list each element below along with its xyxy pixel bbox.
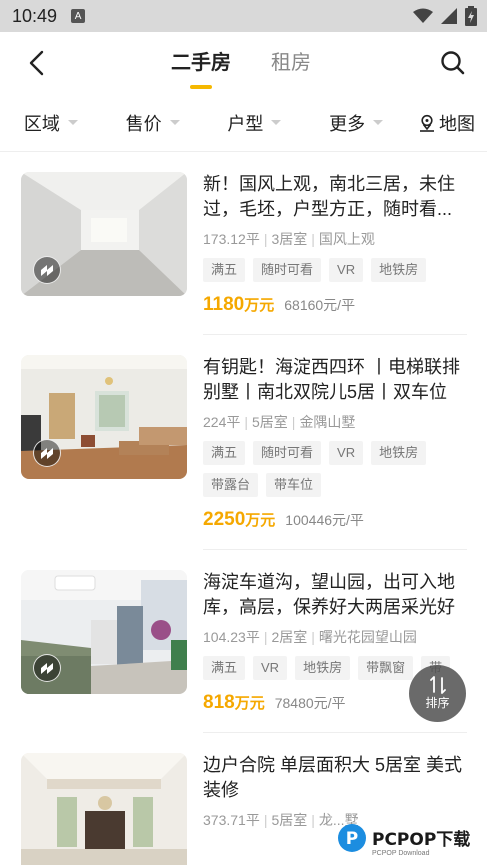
listing-photo <box>21 753 187 865</box>
filter-price-label: 售价 <box>125 113 162 134</box>
listing-tag: VR <box>329 441 364 465</box>
listing-rooms: 2居室 <box>271 629 308 645</box>
listing-tag: 随时可看 <box>253 441 322 465</box>
sort-button[interactable]: 排序 <box>409 665 466 722</box>
price-row: 1180万元 68160元/平 <box>203 294 467 316</box>
listing-title: 海淀车道沟，望山园，出可入地库，高层，保养好大两居采光好 <box>203 572 455 617</box>
listing-price: 2250万元 <box>203 509 275 531</box>
listing-unit-price: 100446元/平 <box>285 512 364 528</box>
listing-price: 1180万元 <box>203 294 274 316</box>
listing-tag: VR <box>329 258 364 282</box>
map-label: 地图 <box>439 113 475 134</box>
listing-unit-price: 68160元/平 <box>284 297 356 313</box>
svg-text:P: P <box>346 829 358 849</box>
price-row: 2250万元 100446元/平 <box>203 509 467 531</box>
filter-layout[interactable]: 户型 <box>204 110 306 136</box>
listing-info: 新！国风上观，南北三居，未住过，毛坯，户型方正，随时看... 173.12平 | 3… <box>203 172 467 335</box>
listing-tag: 满五 <box>203 258 246 282</box>
wifi-icon <box>413 8 433 23</box>
map-button[interactable]: 地图 <box>407 110 487 136</box>
pcpop-logo-icon: P <box>338 824 366 852</box>
back-button[interactable] <box>22 49 50 77</box>
listing-tag: 带飘窗 <box>358 656 414 680</box>
header: 二手房 租房 <box>0 32 487 94</box>
listing-rooms: 5居室 <box>252 414 288 430</box>
filter-region-label: 区域 <box>23 113 60 134</box>
listing-rooms: 5居室 <box>271 812 308 828</box>
sort-label: 排序 <box>425 696 450 710</box>
search-button[interactable] <box>439 49 467 77</box>
listing-tags: 满五 随时可看 VR 地铁房 <box>203 258 467 282</box>
listing-tags: 满五 随时可看 VR 地铁房 带露台 带车位 <box>203 441 467 497</box>
caret-down-icon <box>67 120 78 125</box>
tab-second-hand[interactable]: 二手房 <box>171 46 231 89</box>
listing-unit-price: 78480元/平 <box>274 695 346 711</box>
listing-community: 国风上观 <box>318 231 375 247</box>
filter-region[interactable]: 区域 <box>0 110 102 136</box>
listing-community: 金隅山墅 <box>299 414 356 430</box>
price-value: 818 <box>203 692 235 713</box>
battery-icon <box>465 6 477 26</box>
listing-area: 173.12平 <box>203 231 260 247</box>
notification-icon: A <box>71 9 86 23</box>
listing-title: 有钥匙！海淀西四环 丨电梯联排别墅丨南北双院儿5居丨双车位 <box>203 357 460 402</box>
listing-tag: VR <box>253 656 288 680</box>
filter-layout-label: 户型 <box>227 113 264 134</box>
listing-photo <box>21 355 187 479</box>
listing-price: 818万元 <box>203 692 265 714</box>
tab-rental[interactable]: 租房 <box>271 46 311 89</box>
listing-tag: 地铁房 <box>371 441 427 465</box>
listing-tag: 带车位 <box>266 473 322 497</box>
listing-tag: 地铁房 <box>295 656 351 680</box>
listing-item[interactable]: 有钥匙！海淀西四环 丨电梯联排别墅丨南北双院儿5居丨双车位 224平 | 5居室 | 金… <box>0 335 487 550</box>
listing-tag: 带露台 <box>203 473 259 497</box>
tab-bar: 二手房 租房 <box>171 46 311 89</box>
price-unit: 万元 <box>245 512 276 529</box>
filter-more[interactable]: 更多 <box>305 110 407 136</box>
watermark-text: PCPOP下载 <box>372 830 471 850</box>
vr-icon <box>33 439 61 467</box>
listing-photo <box>21 570 187 694</box>
status-time: 10:49 <box>12 5 58 26</box>
listing-tag: 满五 <box>203 441 246 465</box>
caret-down-icon <box>169 120 180 125</box>
chevron-left-icon <box>29 50 44 76</box>
listing-area: 224平 <box>203 414 241 430</box>
status-bar: 10:49 A <box>0 0 487 32</box>
listing-title: 新！国风上观，南北三居，未住过，毛坯，户型方正，随时看... <box>203 174 455 219</box>
filter-price[interactable]: 售价 <box>102 110 204 136</box>
listing-tag: 满五 <box>203 656 246 680</box>
listing-item[interactable]: 新！国风上观，南北三居，未住过，毛坯，户型方正，随时看... 173.12平 | 3… <box>0 152 487 335</box>
price-unit: 万元 <box>244 297 275 314</box>
search-icon <box>441 51 465 75</box>
listing-meta: 104.23平 | 2居室 | 曙光花园望山园 <box>203 629 417 645</box>
filter-bar: 区域 售价 户型 更多 地图 <box>0 94 487 152</box>
map-pin-icon <box>420 114 434 132</box>
watermark-subtext: PCPOP Download <box>372 850 430 857</box>
caret-down-icon <box>271 120 282 125</box>
listing-tag: 随时可看 <box>253 258 322 282</box>
listing-info: 有钥匙！海淀西四环 丨电梯联排别墅丨南北双院儿5居丨双车位 224平 | 5居室 | 金… <box>203 355 467 550</box>
vr-icon <box>33 654 61 682</box>
listing-meta: 224平 | 5居室 | 金隅山墅 <box>203 414 356 430</box>
price-value: 2250 <box>203 509 246 530</box>
caret-down-icon <box>373 120 384 125</box>
filter-more-label: 更多 <box>329 113 366 134</box>
signal-icon <box>441 8 457 24</box>
listing-title: 边户合院 单层面积大 5居室 美式装修 <box>203 755 463 800</box>
listing-photo <box>21 172 187 296</box>
price-value: 1180 <box>203 294 245 315</box>
listing-area: 373.71平 <box>203 812 260 828</box>
listing-community: 曙光花园望山园 <box>318 629 417 645</box>
watermark: P PCPOP下载 PCPOP Download <box>336 822 470 860</box>
listing-area: 104.23平 <box>203 629 260 645</box>
listing-tag: 地铁房 <box>371 258 427 282</box>
vr-icon <box>33 256 61 284</box>
price-unit: 万元 <box>234 695 265 712</box>
listing-rooms: 3居室 <box>271 231 308 247</box>
listing-meta: 173.12平 | 3居室 | 国风上观 <box>203 231 375 247</box>
sort-icon <box>429 676 446 694</box>
